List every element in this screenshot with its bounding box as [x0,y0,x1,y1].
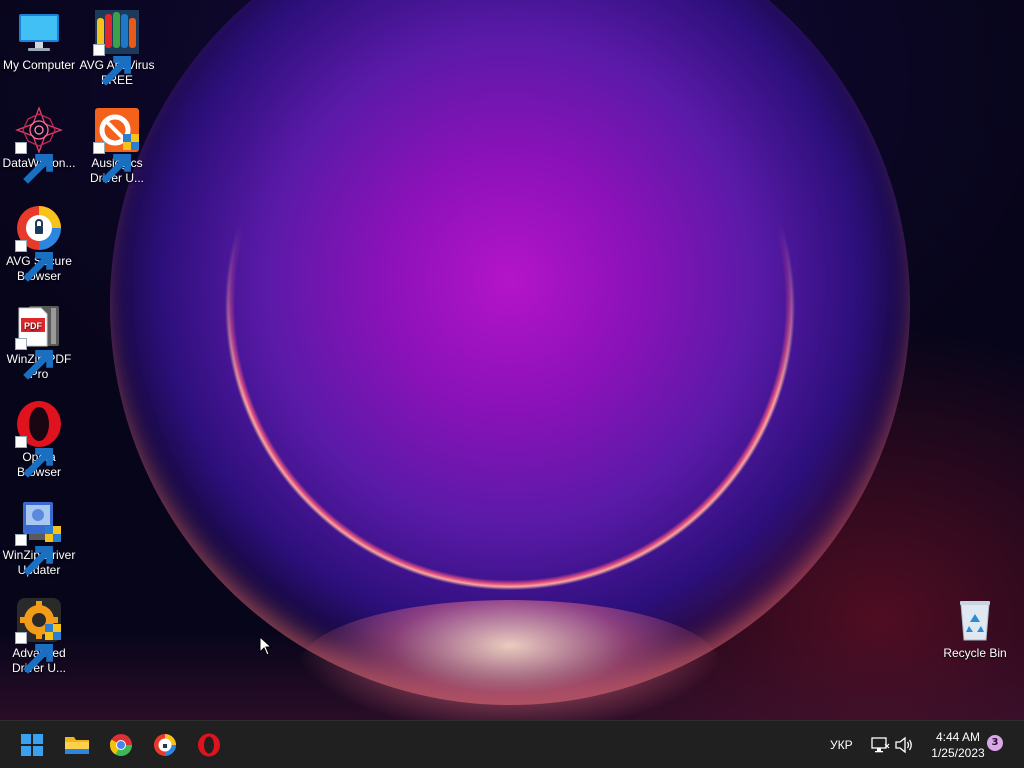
network-icon[interactable] [870,735,890,755]
desktop-icon-winzip-pdf-pro[interactable]: PDF WinZip PDF Pro [0,302,78,382]
desktop-icon-avg-secure-browser[interactable]: AVG Secure Browser [0,204,78,284]
shortcut-arrow-icon [15,436,53,478]
desktop-icon-datawagon[interactable]: DataWagon... [0,106,78,184]
shortcut-arrow-icon [15,534,53,576]
volume-icon[interactable] [894,735,914,755]
winzip-pdf-icon: PDF [15,302,63,380]
start-icon [21,734,43,756]
shortcut-arrow-icon [15,142,53,184]
desktop-icon-recycle-bin[interactable]: Recycle Bin [936,596,1014,661]
shortcut-arrow-icon [93,142,131,184]
avg-browser-icon [15,204,63,282]
avg-browser-icon [154,734,176,756]
chrome-icon [110,734,132,756]
taskbar-opera-button[interactable] [191,727,227,763]
desktop-icon-advanced-driver-updater[interactable]: Advanced Driver U... [0,596,78,676]
clock-time: 4:44 AM [935,730,981,744]
shortcut-arrow-icon [93,44,131,86]
auslogics-icon [93,106,141,184]
desktop-icon-auslogics[interactable]: Auslogics Driver U... [78,106,156,186]
clock-date: 1/25/2023 [931,746,985,760]
notification-badge[interactable]: 3 [987,735,1003,751]
shortcut-arrow-icon [15,240,53,282]
taskbar-chrome-button[interactable] [103,727,139,763]
advanced-driver-icon [15,596,63,674]
desktop-icon-avg-antivirus[interactable]: AVG AntiVirus FREE [78,8,156,88]
taskbar-avg-browser-button[interactable] [147,727,183,763]
opera-icon [15,400,63,478]
avg-antivirus-icon [93,8,141,86]
svg-text:PDF: PDF [24,321,43,331]
file-explorer-icon [65,737,89,754]
wallpaper-orb-glow [300,600,720,720]
taskbar: УКР 4:44 AM 1/25/2023 [0,720,1024,768]
opera-icon [198,733,220,757]
desktop-icon-label: My Computer [2,58,76,72]
desktop-icon-label: Recycle Bin [943,646,1007,660]
shortcut-arrow-icon [15,338,53,380]
language-indicator[interactable]: УКР [830,738,853,752]
desktop-icon-my-computer[interactable]: My Computer [0,8,78,73]
monitor-icon [15,8,63,56]
desktop-icon-winzip-driver-updater[interactable]: WinZip Driver Updater [0,498,78,578]
winzip-driver-icon [15,498,63,576]
mouse-cursor-icon [259,636,273,656]
shortcut-arrow-icon [15,632,53,674]
clock[interactable]: 4:44 AM 1/25/2023 [918,729,998,761]
desktop-icon-opera-browser[interactable]: Opera Browser [0,400,78,480]
taskbar-file-explorer-button[interactable] [59,727,95,763]
recycle-bin-icon [951,596,999,644]
datawagon-icon [15,106,63,184]
start-button[interactable] [14,727,50,763]
